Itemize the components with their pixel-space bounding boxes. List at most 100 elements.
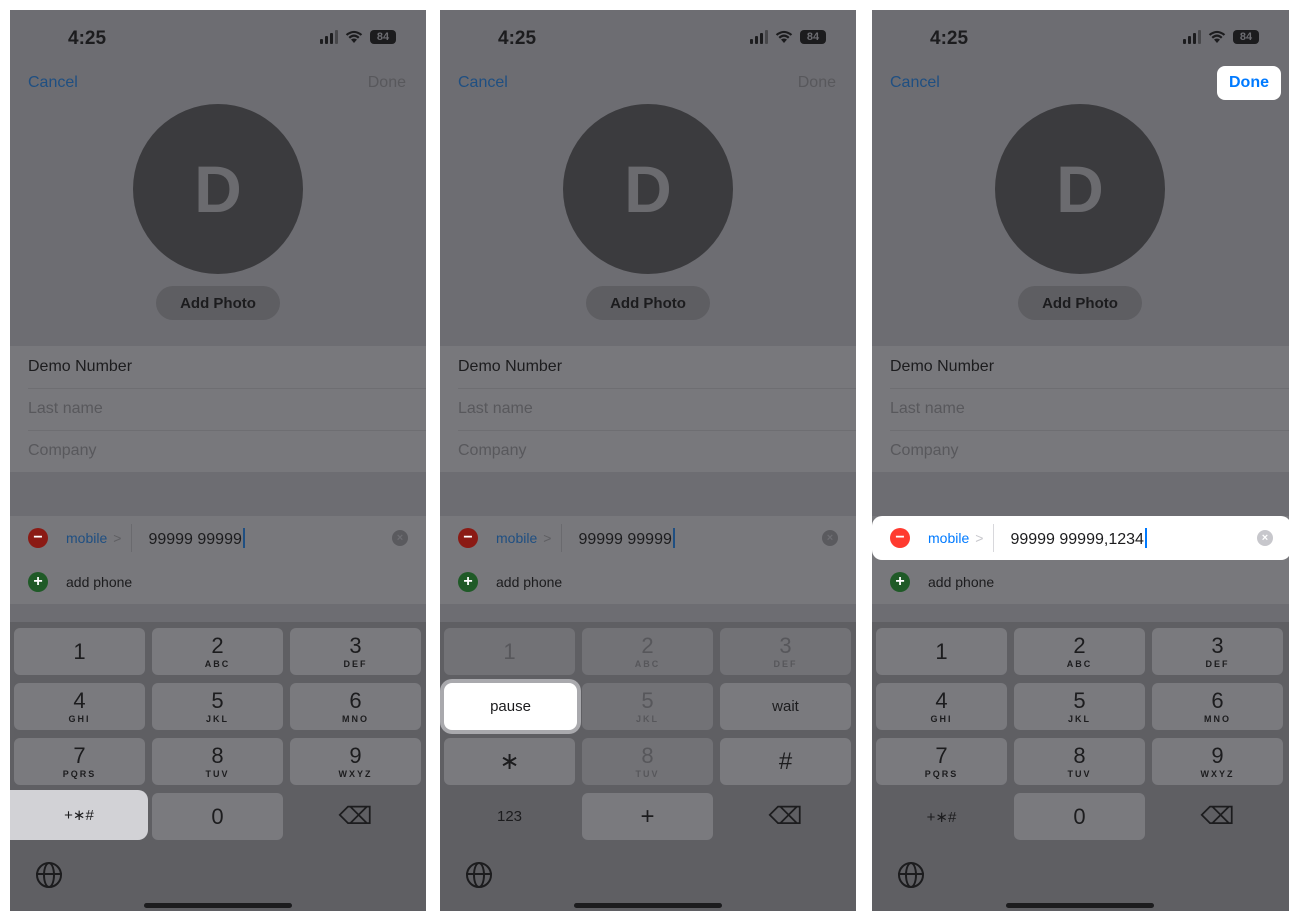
backspace-icon: ⌫ [338,803,373,830]
avatar-initial: D [624,152,672,226]
add-icon[interactable]: + [890,572,910,592]
add-phone-row[interactable]: + add phone [872,560,1289,604]
cancel-button[interactable]: Cancel [458,74,508,92]
backspace-key[interactable]: ⌫ [290,793,421,840]
add-icon[interactable]: + [28,572,48,592]
divider [993,524,995,552]
backspace-icon: ⌫ [768,803,803,830]
signal-icon [320,30,338,44]
clear-icon[interactable]: × [1257,530,1273,546]
key-2[interactable]: 2 ABC [152,628,283,675]
key-5[interactable]: 5 JKL [152,683,283,730]
delete-phone-icon[interactable]: − [458,528,478,548]
last-name-field[interactable]: Last name [458,388,856,431]
numbers-key[interactable]: 123 [444,793,575,840]
avatar[interactable]: D [133,104,303,274]
battery-icon: 84 [800,30,826,44]
cancel-button[interactable]: Cancel [28,74,78,92]
key-1[interactable]: 1 [444,628,575,675]
key-5[interactable]: 5 JKL [582,683,713,730]
last-name-field[interactable]: Last name [28,388,426,431]
avatar[interactable]: D [563,104,733,274]
key-3[interactable]: 3 DEF [290,628,421,675]
key-5[interactable]: 5 JKL [1014,683,1145,730]
first-name-field[interactable]: Demo Number [28,346,426,389]
globe-icon[interactable] [36,862,62,888]
add-phone-row[interactable]: + add phone [10,560,426,604]
key-0[interactable]: 0 [152,793,283,840]
key-7[interactable]: 7 PQRS [876,738,1007,785]
chevron-right-icon: > [543,530,552,546]
key-4[interactable]: 4 GHI [876,683,1007,730]
clear-icon[interactable]: × [822,530,838,546]
phone-number-input[interactable]: 99999 99999 [578,527,675,549]
battery-icon: 84 [1233,30,1259,44]
key-8[interactable]: 8 TUV [152,738,283,785]
status-bar: 4:25 84 [872,26,1289,52]
phone-number-input[interactable]: 99999 99999,1234 [1010,527,1147,549]
key-4[interactable]: 4 GHI [14,683,145,730]
backspace-key[interactable]: ⌫ [1152,793,1283,840]
signal-icon [1183,30,1201,44]
phone-label-selector[interactable]: mobile [496,530,537,546]
delete-phone-icon[interactable]: − [890,528,910,548]
phone-screen-3: 4:25 84 Cancel Done D Add Photo Demo Num… [872,10,1289,911]
key-3[interactable]: 3 DEF [720,628,851,675]
phone-label-selector[interactable]: mobile [66,530,107,546]
done-button[interactable]: Done [368,74,406,92]
add-photo-button[interactable]: Add Photo [586,286,710,320]
key-2[interactable]: 2 ABC [582,628,713,675]
add-photo-button[interactable]: Add Photo [1018,286,1142,320]
key-7[interactable]: 7 PQRS [14,738,145,785]
last-name-field[interactable]: Last name [890,388,1289,431]
company-field[interactable]: Company [458,430,856,472]
plus-key[interactable]: + [582,793,713,840]
backspace-key[interactable]: ⌫ [720,793,851,840]
name-card: Demo Number Last name Company [10,346,426,472]
key-0[interactable]: 0 [1014,793,1145,840]
name-card: Demo Number Last name Company [872,346,1289,472]
clear-icon[interactable]: × [392,530,408,546]
add-icon[interactable]: + [458,572,478,592]
divider [131,524,133,552]
key-6[interactable]: 6 MNO [1152,683,1283,730]
key-6[interactable]: 6 MNO [290,683,421,730]
key-3[interactable]: 3 DEF [1152,628,1283,675]
delete-phone-icon[interactable]: − [28,528,48,548]
symbols-key[interactable]: +∗# [10,790,148,840]
phone-screen-1: 4:25 84 Cancel Done D Add Photo Demo Num… [10,10,426,911]
key-8[interactable]: 8 TUV [1014,738,1145,785]
key-9[interactable]: 9 WXYZ [1152,738,1283,785]
done-button[interactable]: Done [1217,66,1281,100]
first-name-field[interactable]: Demo Number [890,346,1289,389]
globe-icon[interactable] [466,862,492,888]
pause-key[interactable]: pause [444,683,577,730]
chevron-right-icon: > [113,530,122,546]
key-8[interactable]: 8 TUV [582,738,713,785]
avatar[interactable]: D [995,104,1165,274]
key-2[interactable]: 2 ABC [1014,628,1145,675]
phone-number-input[interactable]: 99999 99999 [148,527,245,549]
company-field[interactable]: Company [28,430,426,472]
keypad: 1 2 ABC 3 DEF 4 GHI 5 JKL 6 MNO 7 PQRS 8 TUV 9W… [872,622,1289,911]
hash-key[interactable]: # [720,738,851,785]
first-name-field[interactable]: Demo Number [458,346,856,389]
wifi-icon [345,30,363,43]
key-9[interactable]: 9 WXYZ [290,738,421,785]
cancel-button[interactable]: Cancel [890,74,940,92]
add-photo-button[interactable]: Add Photo [156,286,280,320]
home-indicator [144,903,292,908]
phone-label-selector[interactable]: mobile [928,530,969,546]
wait-key[interactable]: wait [720,683,851,730]
text-cursor [1144,527,1147,548]
add-phone-row[interactable]: + add phone [440,560,856,604]
done-button[interactable]: Done [798,74,836,92]
star-key[interactable]: ∗ [444,738,575,785]
key-1[interactable]: 1 [876,628,1007,675]
home-indicator [574,903,722,908]
company-field[interactable]: Company [890,430,1289,472]
symbols-key[interactable]: +∗# [876,793,1007,840]
add-phone-label: add phone [928,574,995,590]
key-1[interactable]: 1 [14,628,145,675]
globe-icon[interactable] [898,862,924,888]
